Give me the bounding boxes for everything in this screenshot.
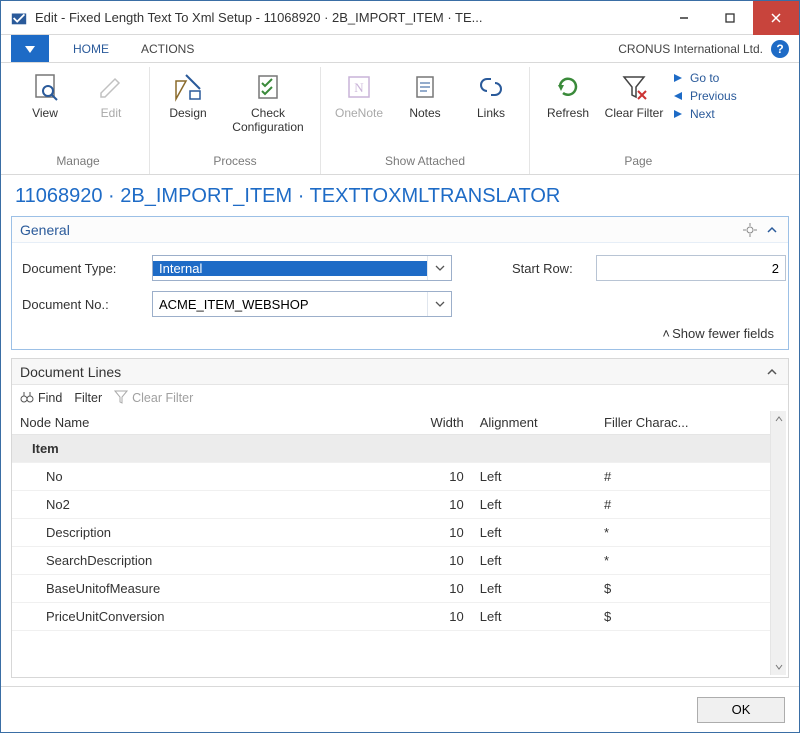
lines-table[interactable]: Node Name Width Alignment Filler Charac.… <box>12 411 770 631</box>
find-button[interactable]: Find <box>20 390 62 407</box>
page-title: 11068920 · 2B_IMPORT_ITEM · TEXTTOXMLTRA… <box>1 175 799 216</box>
doc-type-input[interactable] <box>153 261 427 276</box>
arrow-left-icon <box>672 90 684 102</box>
table-row[interactable]: BaseUnitofMeasure10Left$ <box>12 575 770 603</box>
lines-panel: Document Lines Find Filter Clear Filter <box>11 358 789 678</box>
refresh-icon <box>552 71 584 103</box>
ok-button[interactable]: OK <box>697 697 785 723</box>
grid-toolbar: Find Filter Clear Filter <box>12 385 788 411</box>
scroll-down-icon[interactable] <box>771 659 786 675</box>
group-page-label: Page <box>536 154 741 174</box>
table-row[interactable]: Item <box>12 435 770 463</box>
binoculars-icon <box>20 390 34 407</box>
general-panel: General Document Type: Start Row: <box>11 216 789 350</box>
funnel-clear-icon <box>114 390 128 407</box>
gear-icon[interactable] <box>742 222 758 238</box>
col-align[interactable]: Alignment <box>472 411 596 435</box>
doc-type-combo[interactable] <box>152 255 452 281</box>
edit-button[interactable]: Edit <box>79 67 143 125</box>
tab-actions[interactable]: ACTIONS <box>125 35 210 62</box>
doc-no-input[interactable] <box>153 297 427 312</box>
chevron-down-icon[interactable] <box>427 292 451 316</box>
titlebar: Edit - Fixed Length Text To Xml Setup - … <box>1 1 799 35</box>
app-menu-button[interactable] <box>11 35 49 62</box>
view-button[interactable]: View <box>13 67 77 125</box>
doc-no-label: Document No.: <box>22 297 152 312</box>
table-row[interactable]: SearchDescription10Left* <box>12 547 770 575</box>
chevron-down-icon[interactable] <box>427 256 451 280</box>
start-row-label: Start Row: <box>512 261 596 276</box>
group-process-label: Process <box>156 154 314 174</box>
funnel-clear-icon <box>618 71 650 103</box>
onenote-icon: N <box>343 71 375 103</box>
group-manage-label: Manage <box>13 154 143 174</box>
table-row[interactable]: PriceUnitConversion10Left$ <box>12 603 770 631</box>
arrow-right-icon <box>672 108 684 120</box>
general-panel-header[interactable]: General <box>12 217 788 243</box>
view-icon <box>29 71 61 103</box>
table-row[interactable]: No210Left# <box>12 491 770 519</box>
col-width[interactable]: Width <box>397 411 472 435</box>
company-label: CRONUS International Ltd. <box>618 42 763 56</box>
help-icon[interactable]: ? <box>771 40 789 58</box>
close-button[interactable] <box>753 1 799 35</box>
next-link[interactable]: Next <box>672 107 737 121</box>
show-fewer-toggle[interactable]: ˄Show fewer fields <box>22 319 778 343</box>
start-row-input[interactable] <box>596 255 786 281</box>
tab-home[interactable]: HOME <box>57 35 125 62</box>
ribbon: View Edit Manage Design Check Configurat… <box>1 63 799 175</box>
notes-button[interactable]: Notes <box>393 67 457 125</box>
maximize-button[interactable] <box>707 1 753 35</box>
chevron-up-icon[interactable] <box>764 222 780 238</box>
ribbon-tabs: HOME ACTIONS CRONUS International Ltd. ? <box>1 35 799 63</box>
vertical-scrollbar[interactable] <box>770 411 786 675</box>
footer: OK <box>1 686 799 732</box>
col-fill[interactable]: Filler Charac... <box>596 411 770 435</box>
design-button[interactable]: Design <box>156 67 220 125</box>
window: Edit - Fixed Length Text To Xml Setup - … <box>0 0 800 733</box>
check-config-button[interactable]: Check Configuration <box>222 67 314 139</box>
checklist-icon <box>252 71 284 103</box>
links-button[interactable]: Links <box>459 67 523 125</box>
previous-link[interactable]: Previous <box>672 89 737 103</box>
window-title: Edit - Fixed Length Text To Xml Setup - … <box>35 10 661 25</box>
app-icon <box>9 8 29 28</box>
doc-no-combo[interactable] <box>152 291 452 317</box>
svg-text:N: N <box>354 80 364 95</box>
lines-panel-header[interactable]: Document Lines <box>12 359 788 385</box>
refresh-button[interactable]: Refresh <box>536 67 600 125</box>
scroll-up-icon[interactable] <box>771 411 786 427</box>
group-show-attached-label: Show Attached <box>327 154 523 174</box>
design-icon <box>172 71 204 103</box>
col-node[interactable]: Node Name <box>12 411 397 435</box>
clear-filter-button[interactable]: Clear Filter <box>602 67 666 125</box>
table-row[interactable]: Description10Left* <box>12 519 770 547</box>
goto-link[interactable]: Go to <box>672 71 737 85</box>
onenote-button[interactable]: N OneNote <box>327 67 391 125</box>
minimize-button[interactable] <box>661 1 707 35</box>
filter-button[interactable]: Filter <box>74 391 102 405</box>
pencil-icon <box>95 71 127 103</box>
arrow-right-icon <box>672 72 684 84</box>
doc-type-label: Document Type: <box>22 261 152 276</box>
table-row[interactable]: No10Left# <box>12 463 770 491</box>
notes-icon <box>409 71 441 103</box>
clear-filter-grid-button[interactable]: Clear Filter <box>114 390 193 407</box>
chevron-up-icon[interactable] <box>764 364 780 380</box>
links-icon <box>475 71 507 103</box>
